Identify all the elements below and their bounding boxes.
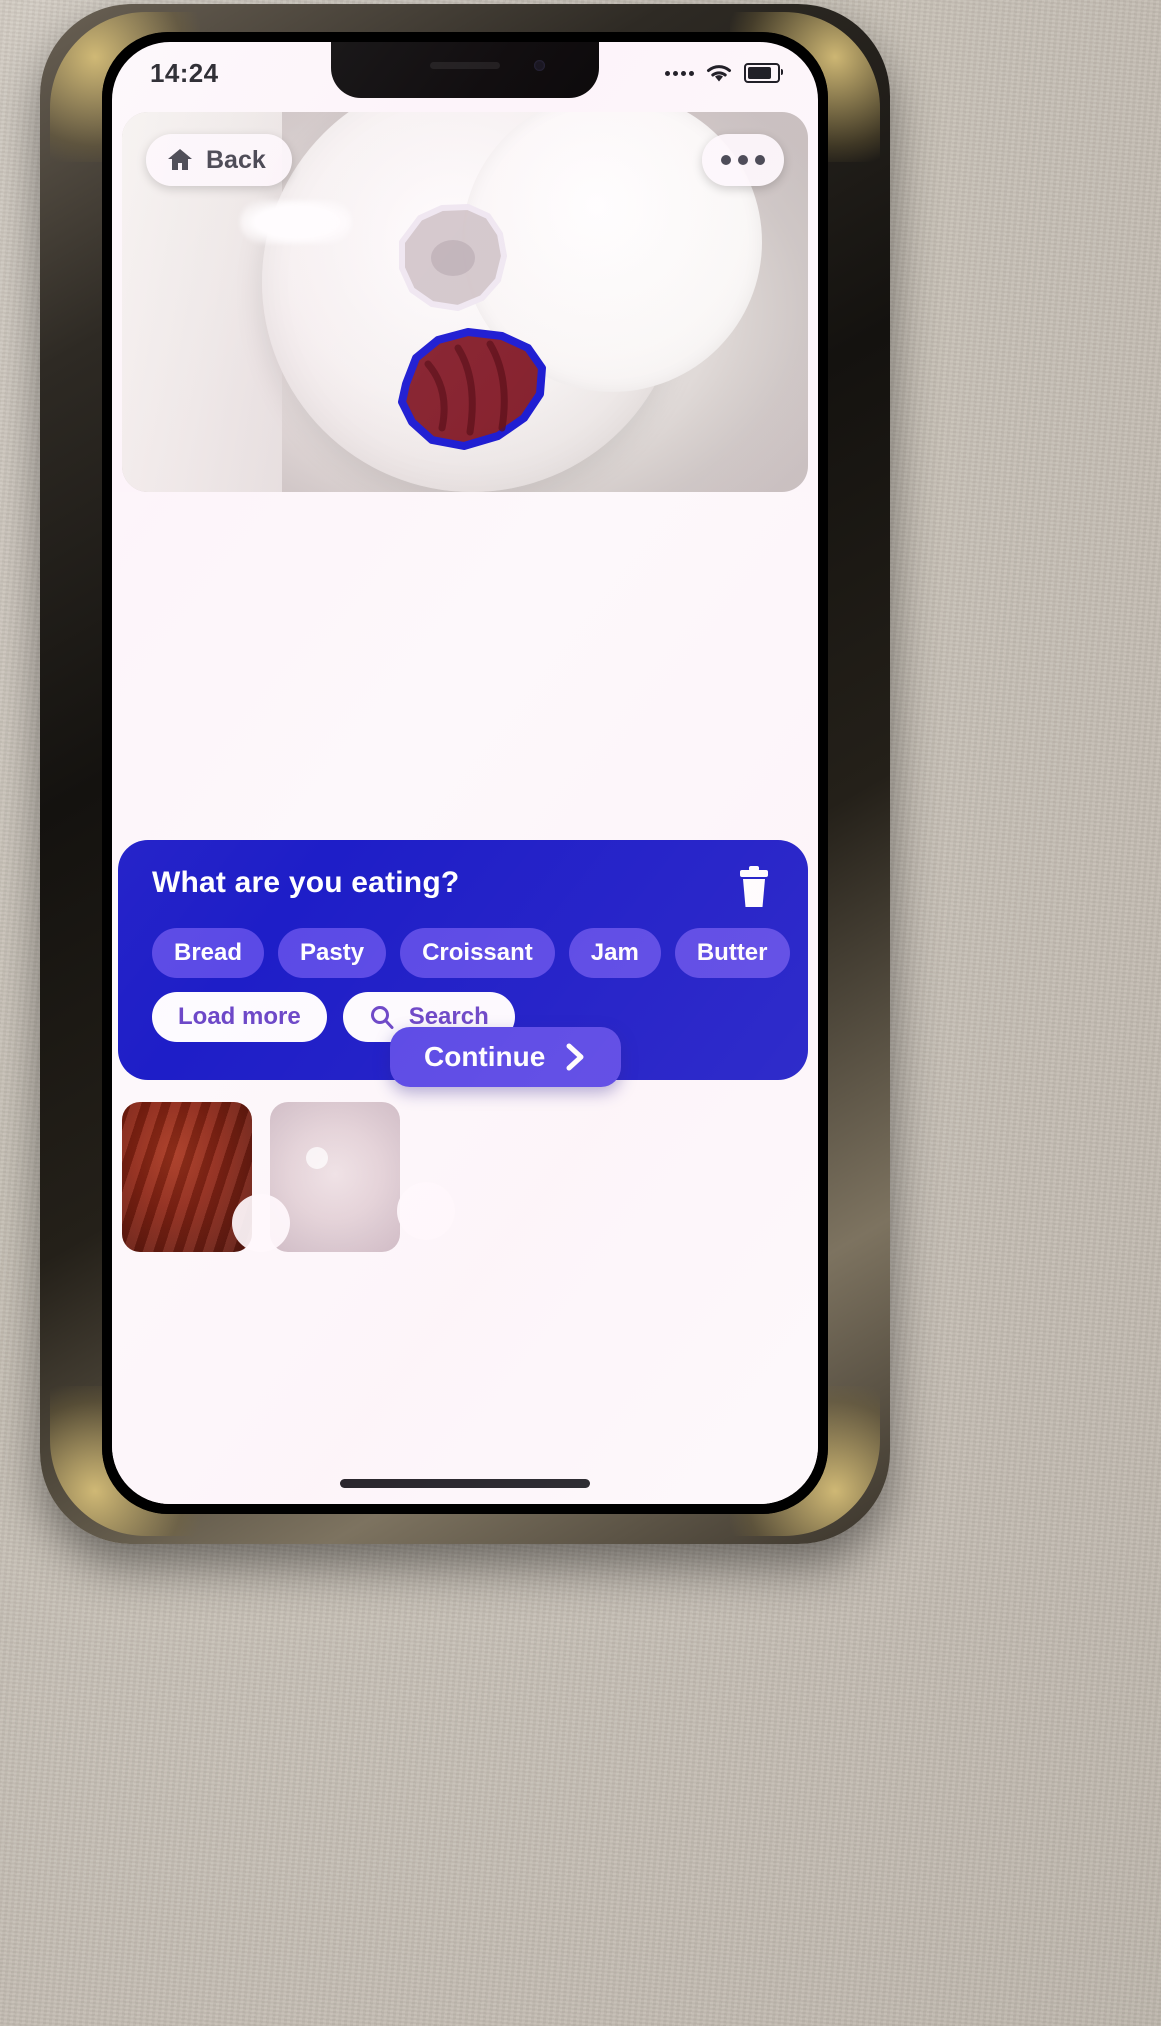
food-tag-chip[interactable]: Bread — [152, 928, 265, 978]
food-tag-chip[interactable]: Croissant — [400, 928, 555, 978]
screen-glare — [240, 200, 352, 244]
wifi-icon — [707, 65, 731, 82]
home-indicator[interactable] — [340, 1479, 590, 1488]
trash-icon — [740, 866, 768, 907]
signal-dots-icon — [665, 70, 694, 76]
home-icon — [168, 149, 192, 170]
thumbnail-badge-one[interactable] — [232, 1194, 290, 1252]
back-button-label: Back — [206, 145, 266, 174]
thumbnail-badge-two[interactable] — [397, 1182, 455, 1240]
battery-icon — [744, 63, 783, 83]
chevron-right-icon — [566, 1043, 584, 1071]
continue-button-label: Continue — [424, 1041, 546, 1072]
food-tag-chip[interactable]: Butter — [674, 928, 790, 978]
status-icons — [665, 62, 783, 84]
ellipsis-icon-dot-1 — [721, 155, 731, 165]
status-time: 14:24 — [150, 57, 219, 88]
phone-device: 14:24 Back What are you eating? Bread Pa… — [40, 4, 890, 1544]
back-button[interactable]: Back — [146, 134, 292, 186]
food-tag-list: Bread Pasty Croissant Jam Butter — [118, 910, 808, 978]
ellipsis-icon-dot-3 — [755, 155, 765, 165]
ellipsis-icon-dot-2 — [738, 155, 748, 165]
food-tag-chip[interactable]: Pasty — [278, 928, 387, 978]
search-icon — [370, 1006, 394, 1029]
panel-header: What are you eating? — [118, 840, 808, 910]
load-more-button[interactable]: Load more — [152, 992, 327, 1042]
more-options-button[interactable] — [702, 134, 784, 186]
phone-screen: 14:24 Back What are you eating? Bread Pa… — [112, 42, 818, 1504]
continue-button[interactable]: Continue — [390, 1027, 622, 1087]
food-photo-card[interactable]: Back — [122, 112, 808, 492]
thumbnail-donut[interactable] — [270, 1102, 400, 1252]
phone-bezel: 14:24 Back What are you eating? Bread Pa… — [102, 32, 828, 1514]
segmentation-outline-croissant[interactable] — [372, 324, 572, 459]
panel-title: What are you eating? — [152, 866, 460, 899]
delete-button[interactable] — [734, 866, 774, 910]
status-bar: 14:24 — [112, 42, 818, 100]
food-tag-chip[interactable]: Jam — [568, 928, 661, 978]
load-more-label: Load more — [178, 1003, 301, 1030]
segmentation-outline-pastry[interactable] — [384, 204, 524, 316]
